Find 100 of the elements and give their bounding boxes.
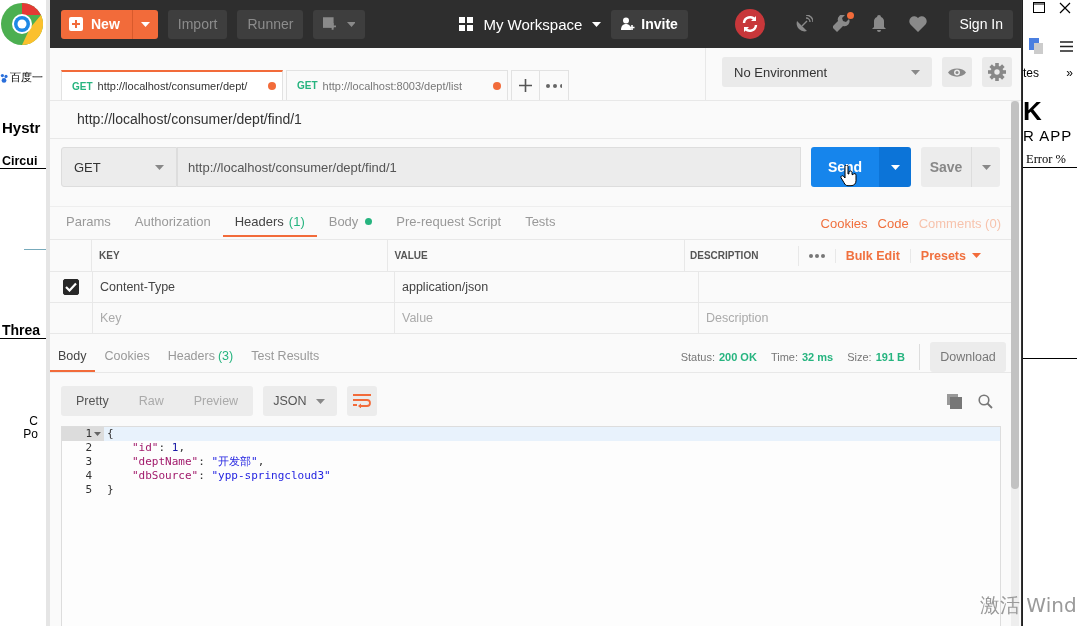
- caret-icon: [890, 164, 900, 170]
- bulk-edit-link[interactable]: Bulk Edit: [834, 248, 910, 263]
- caret-icon: [316, 398, 326, 404]
- description-field[interactable]: Description: [699, 303, 1011, 333]
- request-section-tab[interactable]: Params: [54, 195, 123, 237]
- wrench-icon[interactable]: [833, 15, 852, 33]
- code-line: "dbSource": "ypp-springcloud3": [131, 469, 331, 483]
- request-section-tab[interactable]: Tests: [513, 195, 568, 237]
- column-header: KEY: [92, 240, 388, 271]
- value-field[interactable]: Value: [395, 303, 699, 333]
- menu-icon[interactable]: [1060, 40, 1073, 52]
- meta-value: 191 B: [875, 351, 905, 363]
- table-cell[interactable]: Content-Type: [93, 272, 395, 302]
- runner-button[interactable]: Runner: [237, 9, 304, 39]
- settings-button[interactable]: [982, 57, 1012, 87]
- tab-url: http://localhost:8003/dept/list: [322, 79, 463, 92]
- paw-icon: [0, 72, 8, 83]
- wrap-icon: [353, 394, 372, 408]
- environment-select[interactable]: No Environment: [722, 57, 932, 87]
- caret-icon: [972, 253, 981, 258]
- column-header: Error %: [1023, 152, 1077, 168]
- meta-label: Size:: [847, 351, 872, 363]
- import-button[interactable]: Import: [167, 9, 228, 39]
- caret-icon: [981, 164, 991, 170]
- table-cell[interactable]: application/json: [395, 272, 699, 302]
- settings-icon: [988, 62, 1006, 82]
- request-section-tab[interactable]: Headers (1): [222, 195, 317, 237]
- send-dropdown-button[interactable]: [879, 147, 911, 187]
- invite-button[interactable]: Invite: [611, 9, 688, 39]
- workspace-menu[interactable]: My Workspace: [459, 15, 602, 33]
- dashboard-heading: K: [1023, 98, 1043, 124]
- column-header: VALUE: [387, 240, 686, 271]
- environment-quick-look-button[interactable]: [942, 57, 972, 87]
- request-section-tab[interactable]: Body: [316, 195, 385, 237]
- view-mode-button[interactable]: Preview: [178, 386, 254, 416]
- heart-icon[interactable]: [909, 16, 928, 32]
- download-button[interactable]: Download: [930, 342, 1006, 372]
- sync-icon[interactable]: [735, 9, 766, 39]
- line-number: 5: [85, 483, 92, 497]
- wrap-lines-button[interactable]: [347, 386, 378, 416]
- page-label: Po: [22, 428, 39, 441]
- close-icon[interactable]: [1059, 2, 1071, 14]
- new-window-button[interactable]: [313, 9, 366, 39]
- column-header: DESCRIPTION: [689, 249, 760, 263]
- code-line: {: [106, 427, 114, 441]
- code-line: "id": 1,: [131, 441, 185, 455]
- meta-label: Time:: [770, 351, 798, 363]
- code-line: "deptName": "开发部",: [131, 455, 265, 469]
- more-icon: [808, 253, 825, 258]
- add-tab-button[interactable]: [511, 70, 540, 100]
- request-link[interactable]: Cookies: [810, 207, 868, 239]
- satellite-icon[interactable]: [795, 15, 814, 33]
- new-button[interactable]: New: [61, 9, 132, 39]
- browser-logo-icon[interactable]: [0, 2, 44, 46]
- response-tab[interactable]: Headers (3): [159, 342, 242, 372]
- bell-icon[interactable]: [871, 15, 888, 33]
- request-link[interactable]: Code: [867, 207, 909, 239]
- section-heading: Circui: [0, 154, 46, 169]
- request-section-tab[interactable]: Pre-request Script: [384, 195, 514, 237]
- section-heading: Threa: [0, 322, 46, 339]
- format-select[interactable]: JSON: [263, 386, 338, 416]
- caret-icon: [911, 69, 920, 75]
- tab-url: http://localhost/consumer/dept/: [97, 80, 249, 92]
- add-user-icon: [621, 17, 636, 31]
- response-tab[interactable]: Test Results: [243, 342, 328, 372]
- request-tab[interactable]: GET http://localhost/consumer/dept/: [61, 70, 283, 100]
- more-tabs-button[interactable]: [540, 70, 569, 100]
- save-button[interactable]: Save: [921, 147, 971, 187]
- request-section-tab[interactable]: Authorization: [122, 195, 223, 237]
- search-icon[interactable]: [978, 393, 993, 409]
- plus-icon: [69, 17, 83, 31]
- line-number: 3: [85, 455, 92, 469]
- method-select[interactable]: GET: [61, 147, 177, 187]
- translate-icon[interactable]: [1029, 38, 1043, 54]
- more-icon: [546, 83, 562, 88]
- bookmark-link[interactable]: tes: [1023, 66, 1039, 80]
- eye-icon: [948, 66, 966, 78]
- scrollbar-thumb[interactable]: [1011, 101, 1019, 489]
- caret-icon: [346, 21, 356, 27]
- view-mode-button[interactable]: Raw: [123, 386, 179, 416]
- bookmarks-overflow-button[interactable]: »: [1066, 66, 1073, 80]
- maximize-icon[interactable]: [1033, 2, 1045, 13]
- sign-in-button[interactable]: Sign In: [949, 9, 1013, 39]
- dashboard-subtitle: R APP: [1023, 127, 1074, 144]
- caret-icon: [592, 21, 602, 27]
- url-field[interactable]: http://localhost/consumer/dept/find/1: [177, 147, 801, 187]
- new-dropdown-button[interactable]: [131, 9, 158, 39]
- key-field[interactable]: Key: [93, 303, 395, 333]
- checkbox[interactable]: [63, 279, 79, 295]
- presets-menu[interactable]: Presets: [909, 248, 991, 263]
- copy-icon[interactable]: [947, 393, 962, 409]
- view-mode-button[interactable]: Pretty: [61, 386, 124, 416]
- bookmark-link[interactable]: 百度一: [10, 70, 43, 85]
- response-tab[interactable]: Cookies: [96, 342, 158, 372]
- request-tab[interactable]: GET http://localhost:8003/dept/list: [286, 70, 508, 100]
- response-tab[interactable]: Body: [50, 342, 95, 372]
- method-label: GET: [72, 80, 93, 92]
- line-number: 2: [85, 441, 92, 455]
- fold-caret-icon[interactable]: [94, 432, 101, 436]
- meta-value: 200 OK: [718, 351, 757, 363]
